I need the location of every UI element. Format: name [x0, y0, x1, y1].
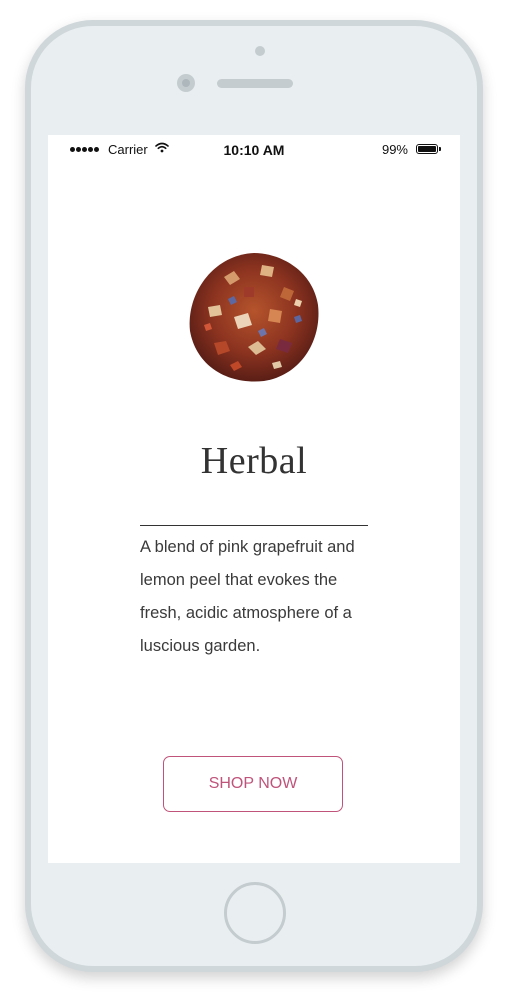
shop-now-button[interactable]: SHOP NOW: [163, 756, 343, 812]
proximity-sensor: [255, 46, 265, 56]
title-divider: [140, 525, 368, 526]
battery-icon: [416, 144, 441, 154]
herbal-tea-image: [184, 247, 324, 387]
status-bar: Carrier 10:10 AM 99%: [48, 135, 460, 165]
home-button[interactable]: [224, 882, 286, 944]
product-description: A blend of pink grapefruit and lemon pee…: [140, 538, 355, 655]
battery-percent: 99%: [381, 142, 408, 157]
earpiece-speaker: [217, 79, 293, 88]
phone-frame: Carrier 10:10 AM 99% Herbal A blend of p…: [25, 20, 483, 972]
front-camera: [177, 74, 195, 92]
screen: Carrier 10:10 AM 99% Herbal A blend of p…: [48, 135, 460, 863]
product-title: Herbal: [200, 440, 308, 482]
